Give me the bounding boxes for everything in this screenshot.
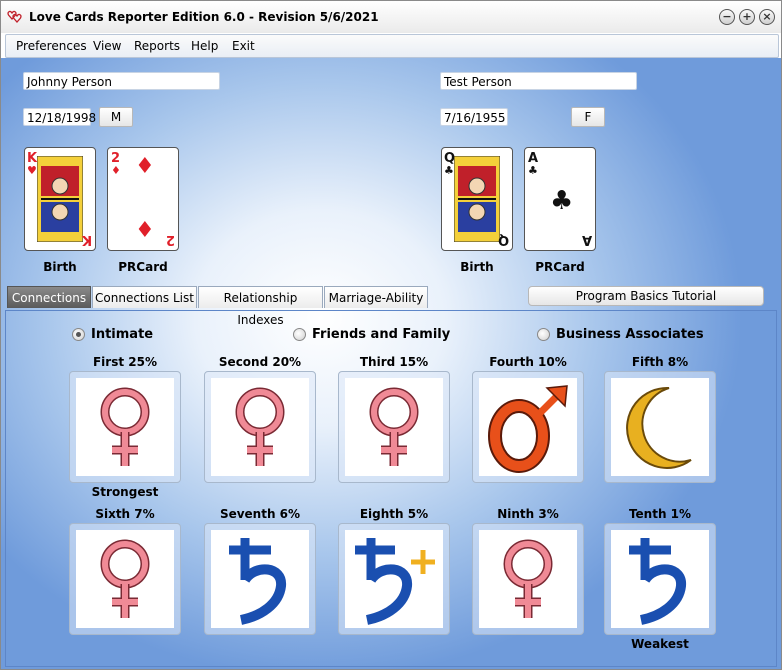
club-suit-icon: ♣ — [528, 164, 538, 177]
tab-connections-list[interactable]: Connections List — [92, 286, 197, 308]
person1-name-input[interactable]: Johnny Person — [23, 72, 220, 90]
connection-label: Seventh 6% — [219, 507, 301, 521]
connection-slot[interactable] — [204, 523, 316, 635]
connection-slot[interactable] — [604, 371, 716, 483]
saturn-icon — [211, 530, 309, 628]
club-suit-icon: ♣ — [444, 164, 454, 177]
tab-connections[interactable]: Connections — [7, 286, 91, 308]
card-rank-bottom: K — [81, 232, 92, 247]
menu-view[interactable]: View — [93, 39, 121, 53]
tab-marriage-ability[interactable]: Marriage-Ability — [324, 286, 428, 308]
radio-friends-family-label[interactable]: Friends and Family — [312, 327, 450, 342]
card-rank-bottom: 2 — [165, 232, 175, 247]
venus-icon — [345, 378, 443, 476]
connection-label: Second 20% — [218, 355, 302, 369]
radio-intimate[interactable] — [72, 328, 85, 341]
king-face-icon — [37, 156, 83, 242]
connection-strength-label: Weakest — [631, 637, 689, 651]
person2-date-input[interactable]: 7/16/1955 — [440, 108, 508, 126]
mars-icon — [479, 378, 577, 476]
person1-date-input[interactable]: 12/18/1998 — [23, 108, 96, 126]
club-pip-icon: ♣ — [550, 186, 574, 216]
tab-relationship-indexes[interactable]: Relationship Indexes — [198, 286, 323, 327]
menu-help[interactable]: Help — [191, 39, 218, 53]
connection-slot[interactable] — [204, 371, 316, 483]
connection-label: Tenth 1% — [628, 507, 692, 521]
connection-label: Ninth 3% — [497, 507, 559, 521]
person1-birth-card[interactable]: K ♥ K — [24, 147, 96, 251]
main-content: Johnny Person 12/18/1998 M K ♥ K Birth 2… — [1, 58, 781, 669]
venus-icon — [76, 378, 174, 476]
menu-reports[interactable]: Reports — [134, 39, 180, 53]
window-title: Love Cards Reporter Edition 6.0 - Revisi… — [29, 10, 379, 24]
maximize-icon[interactable]: + — [739, 9, 755, 25]
program-basics-tutorial-button[interactable]: Program Basics Tutorial — [528, 286, 764, 306]
connection-label: Eighth 5% — [359, 507, 429, 521]
person2-prcard[interactable]: A ♣ ♣ A — [524, 147, 596, 251]
card-rank-bottom: A — [581, 232, 592, 247]
person1-birth-label: Birth — [43, 260, 77, 274]
title-bar[interactable]: Love Cards Reporter Edition 6.0 - Revisi… — [1, 1, 781, 33]
moon-icon — [611, 378, 709, 476]
menu-exit[interactable]: Exit — [232, 39, 255, 53]
radio-business-associates[interactable] — [537, 328, 550, 341]
connection-label: Sixth 7% — [95, 507, 155, 521]
connection-slot[interactable] — [472, 371, 584, 483]
radio-intimate-label[interactable]: Intimate — [91, 327, 153, 342]
diamond-suit-icon: ♦ — [111, 164, 121, 177]
heart-suit-icon: ♥ — [27, 164, 37, 177]
card-rank-bottom: Q — [497, 232, 509, 247]
saturn-plus-icon — [345, 530, 443, 628]
connection-slot[interactable] — [338, 371, 450, 483]
menu-bar: Preferences View Reports Help Exit — [5, 34, 779, 58]
app-window: Love Cards Reporter Edition 6.0 - Revisi… — [0, 0, 782, 670]
saturn-icon — [611, 530, 709, 628]
connection-label: Fifth 8% — [631, 355, 689, 369]
person2-birth-label: Birth — [460, 260, 494, 274]
connection-slot[interactable] — [69, 523, 181, 635]
radio-friends-family[interactable] — [293, 328, 306, 341]
connection-slot[interactable] — [69, 371, 181, 483]
venus-icon — [479, 530, 577, 628]
menu-preferences[interactable]: Preferences — [16, 39, 87, 53]
person1-prcard[interactable]: 2 ♦ ♦ ♦ 2 — [107, 147, 179, 251]
person2-birth-card[interactable]: Q ♣ Q — [441, 147, 513, 251]
venus-icon — [76, 530, 174, 628]
person2-gender-button[interactable]: F — [571, 107, 605, 127]
connection-label: First 25% — [92, 355, 157, 369]
venus-icon — [211, 378, 309, 476]
connection-label: Third 15% — [359, 355, 429, 369]
connection-slot[interactable] — [604, 523, 716, 635]
person1-prcard-label: PRCard — [118, 260, 168, 274]
queen-face-icon — [454, 156, 500, 242]
connection-slot[interactable] — [338, 523, 450, 635]
diamond-pip-icon: ♦ — [135, 154, 155, 179]
minimize-icon[interactable]: − — [719, 9, 735, 25]
close-icon[interactable]: × — [759, 9, 775, 25]
diamond-pip-icon: ♦ — [135, 218, 155, 243]
connection-slot[interactable] — [472, 523, 584, 635]
person2-name-input[interactable]: Test Person — [440, 72, 637, 90]
radio-business-associates-label[interactable]: Business Associates — [556, 327, 704, 342]
person1-gender-button[interactable]: M — [99, 107, 133, 127]
person2-prcard-label: PRCard — [535, 260, 585, 274]
hearts-logo-icon — [7, 10, 22, 23]
connection-label: Fourth 10% — [489, 355, 567, 369]
connection-strength-label: Strongest — [91, 485, 159, 499]
